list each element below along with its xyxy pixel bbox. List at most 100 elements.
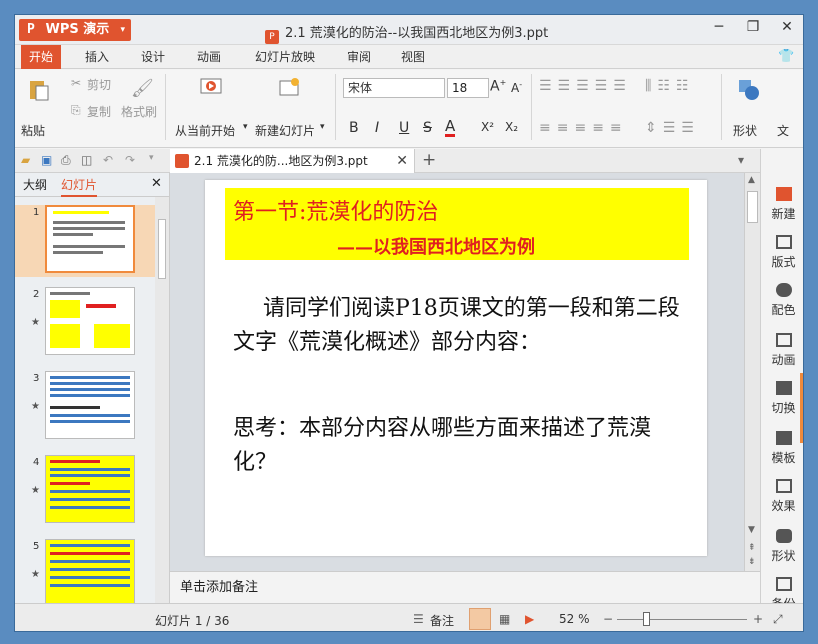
save-icon[interactable]: ▣: [41, 153, 52, 167]
cut-button[interactable]: 剪切: [87, 76, 111, 93]
slide-body-para2[interactable]: 思考：本部分内容从哪些方面来描述了荒漠化？: [233, 412, 683, 480]
slide-thumbnail[interactable]: 2 ★: [15, 287, 155, 371]
fit-window-icon[interactable]: ⤢: [773, 612, 783, 627]
new-slide-button[interactable]: 新建幻灯片: [255, 122, 315, 139]
notes-area[interactable]: 单击添加备注: [170, 571, 760, 603]
notes-icon[interactable]: ☰: [413, 612, 424, 626]
slide-canvas[interactable]: 第一节:荒漠化的防治 ——以我国西北地区为例 请同学们阅读P18页课文的第一段和…: [205, 180, 707, 556]
tab-insert[interactable]: 插入: [77, 45, 117, 69]
shape-icon: [739, 80, 759, 100]
zoom-slider-handle[interactable]: [643, 612, 650, 626]
font-shrink-icon[interactable]: A-: [511, 80, 522, 95]
task-transition-button[interactable]: 切换: [761, 381, 803, 416]
paste-icon: [30, 81, 49, 101]
paste-button[interactable]: 粘贴: [21, 122, 45, 139]
task-new-button[interactable]: 新建: [761, 187, 803, 222]
task-color-scheme-button[interactable]: 配色: [761, 283, 803, 318]
close-button[interactable]: ✕: [775, 19, 799, 35]
format-painter-button[interactable]: 格式刷: [121, 103, 157, 120]
preview-icon[interactable]: ◫: [81, 153, 92, 167]
print-icon[interactable]: ⎙: [61, 153, 71, 168]
tab-design[interactable]: 设计: [133, 45, 173, 69]
strikethrough-button[interactable]: S: [423, 120, 432, 136]
pane-toggle-tab[interactable]: [800, 373, 803, 443]
tab-outline[interactable]: 大纲: [23, 176, 47, 193]
slide-thumbnail-image: [45, 371, 135, 439]
font-grow-icon[interactable]: A+: [490, 78, 506, 95]
tab-animation[interactable]: 动画: [189, 45, 229, 69]
slide-thumbnail-image: [45, 287, 135, 355]
from-current-button[interactable]: 从当前开始: [175, 122, 235, 139]
copy-button[interactable]: 复制: [87, 103, 111, 120]
task-shape-button[interactable]: 形状: [761, 529, 803, 564]
thumbnail-scrollbar[interactable]: [155, 197, 169, 603]
slide-thumbnail-image: [45, 539, 135, 603]
restore-button[interactable]: ❐: [741, 19, 765, 35]
task-template-button[interactable]: 模板: [761, 431, 803, 466]
animation-star-icon: ★: [31, 485, 40, 496]
zoom-slider[interactable]: [617, 619, 747, 620]
task-animation-button[interactable]: 动画: [761, 333, 803, 368]
customize-icon[interactable]: ▾: [149, 153, 154, 163]
slide-sorter-icon[interactable]: ▦: [499, 612, 510, 626]
more-button[interactable]: 文: [777, 122, 789, 139]
bold-button[interactable]: B: [349, 120, 359, 136]
spacing-icons[interactable]: ⇕☰☰: [645, 120, 700, 136]
slide-thumbnail[interactable]: 3 ★: [15, 371, 155, 455]
slide-thumbnail[interactable]: 4 ★: [15, 455, 155, 539]
zoom-out-icon[interactable]: −: [603, 612, 613, 626]
slide-thumbnail[interactable]: 5 ★: [15, 539, 155, 603]
brush-icon: 🖌: [131, 78, 154, 99]
slideshow-icon[interactable]: ▶: [525, 612, 534, 626]
document-tab-bar: 2.1 荒漠化的防...地区为例3.ppt ✕ + ▾: [170, 149, 760, 173]
tab-menu-icon[interactable]: ▾: [738, 153, 744, 167]
task-effect-button[interactable]: 效果: [761, 479, 803, 514]
columns-icons[interactable]: ⫼☷☷: [645, 78, 695, 94]
font-name-select[interactable]: 宋体: [343, 78, 445, 98]
open-folder-icon[interactable]: ▰: [21, 153, 30, 167]
scrollbar-thumb[interactable]: [158, 219, 166, 279]
tab-slides[interactable]: 幻灯片: [61, 176, 98, 197]
new-tab-button[interactable]: +: [422, 150, 436, 170]
tab-start[interactable]: 开始: [21, 45, 62, 69]
editor-scrollbar[interactable]: ▲ ▼ ⇞ ⇟: [744, 173, 760, 571]
slide-thumbnail[interactable]: 1: [15, 205, 155, 277]
slide-panel: 大纲 幻灯片 ✕ 1 2 ★ 3 ★ 4 ★ 5 ★: [15, 173, 170, 603]
app-window: P WPS 演示 ▾ P 2.1 荒漠化的防治--以我国西北地区为例3.ppt ─…: [14, 14, 804, 632]
superscript-icon[interactable]: X²: [481, 120, 494, 134]
scrollbar-thumb[interactable]: [747, 191, 758, 223]
italic-button[interactable]: I: [375, 120, 379, 136]
slide-body-para1[interactable]: 请同学们阅读P18页课文的第一段和第二段文字《荒漠化概述》部分内容：: [233, 292, 683, 360]
font-size-select[interactable]: 18: [447, 78, 489, 98]
tab-view[interactable]: 视图: [393, 45, 433, 69]
close-tab-icon[interactable]: ✕: [396, 149, 408, 173]
redo-icon[interactable]: ↷: [125, 153, 135, 167]
task-layout-button[interactable]: 版式: [761, 235, 803, 270]
font-color-icon[interactable]: A: [445, 118, 456, 137]
slide-thumbnail-image: [45, 205, 135, 273]
zoom-in-icon[interactable]: +: [753, 612, 763, 626]
close-panel-icon[interactable]: ✕: [151, 176, 162, 191]
app-menu-button[interactable]: P WPS 演示 ▾: [19, 19, 131, 41]
subscript-icon[interactable]: X₂: [505, 120, 518, 134]
skin-icon[interactable]: 👕: [770, 45, 802, 69]
scissors-icon: ✂: [71, 76, 82, 90]
minimize-button[interactable]: ─: [707, 19, 731, 35]
underline-button[interactable]: U: [399, 120, 409, 136]
document-tab[interactable]: 2.1 荒漠化的防...地区为例3.ppt ✕: [170, 149, 415, 173]
tab-slideshow[interactable]: 幻灯片放映: [247, 45, 323, 69]
new-slide-icon: [279, 78, 299, 96]
list-format-icons[interactable]: ☰☰☰☰☰: [539, 78, 632, 94]
title-bar: P WPS 演示 ▾ P 2.1 荒漠化的防治--以我国西北地区为例3.ppt ─…: [15, 15, 803, 45]
slide-counter: 幻灯片 1 / 36: [155, 614, 230, 628]
normal-view-icon[interactable]: [469, 608, 491, 630]
tab-review[interactable]: 审阅: [339, 45, 379, 69]
undo-icon[interactable]: ↶: [103, 153, 113, 167]
notes-toggle[interactable]: 备注: [430, 612, 454, 629]
title-box[interactable]: 第一节:荒漠化的防治 ——以我国西北地区为例: [225, 188, 689, 260]
shape-button[interactable]: 形状: [733, 122, 757, 139]
align-icons[interactable]: ≡≡≡≡≡: [539, 120, 628, 136]
quick-access-toolbar: ▰ ▣ ⎙ ◫ ↶ ↷ ▾: [15, 149, 170, 173]
palette-icon: [775, 283, 792, 297]
layout-icon: [775, 235, 792, 249]
